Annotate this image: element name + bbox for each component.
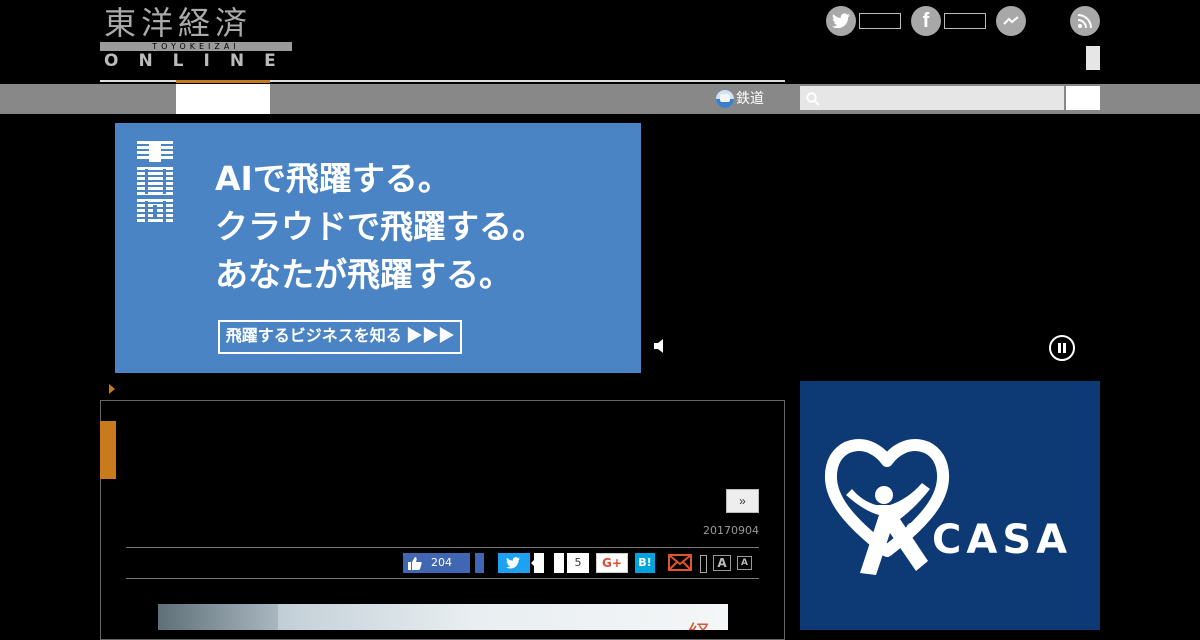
nav-active-accent [176, 80, 270, 83]
rss-icon [1077, 14, 1092, 29]
pause-icon[interactable] [1049, 335, 1075, 361]
ad-cta-button[interactable]: 飛躍するビジネスを知る ▶▶▶ [218, 320, 462, 354]
nav-item-railway[interactable]: 鉄道 [736, 89, 764, 109]
article-image-mark: 経 [688, 616, 710, 630]
gplus-button[interactable]: G+ [596, 553, 628, 573]
twitter-follow-button[interactable] [826, 6, 856, 36]
next-page-button[interactable]: » [726, 489, 759, 513]
mute-icon[interactable] [654, 338, 666, 358]
mail-icon[interactable] [668, 554, 692, 571]
search-button[interactable] [1066, 86, 1100, 110]
ad-headline-2: クラウドで飛躍する。 [215, 207, 545, 246]
search-icon [806, 91, 820, 110]
messenger-button[interactable] [996, 6, 1026, 36]
tweet-button[interactable] [498, 553, 530, 573]
messenger-icon [1003, 16, 1019, 25]
tweet-count-box [534, 553, 544, 573]
facebook-follow-button[interactable]: f [911, 6, 941, 36]
ad-headline-3: あなたが飛躍する。 [215, 255, 512, 294]
ibm-logo [137, 141, 173, 225]
train-icon [716, 90, 734, 108]
ad-banner[interactable]: AIで飛躍する。 クラウドで飛躍する。 あなたが飛躍する。 飛躍するビジネスを知… [115, 123, 641, 373]
search-input[interactable] [800, 86, 1064, 110]
share-rule-bottom [126, 578, 759, 579]
logo-online[interactable]: ONLINE [104, 51, 296, 71]
twitter-bird-icon [832, 13, 850, 29]
gplus-count-box [554, 553, 564, 573]
facebook-f-icon: f [922, 9, 930, 32]
article-image: 経 [158, 604, 728, 630]
font-size-large-button[interactable]: A [713, 555, 731, 571]
article-date: 20170904 [703, 524, 759, 537]
font-size-small-button[interactable]: A [737, 556, 752, 570]
casa-registered-mark: ® [905, 521, 917, 535]
casa-ad[interactable]: ® CASA [800, 381, 1100, 630]
share-rule-top [126, 547, 759, 548]
thumbs-up-icon [408, 556, 422, 574]
twitter-count-box [859, 13, 901, 29]
twitter-bird-icon [506, 557, 520, 569]
header-menu-button[interactable] [1086, 46, 1100, 70]
title-accent-bar [100, 421, 116, 479]
logo-title[interactable]: 東洋経済 [104, 4, 252, 42]
ad-headline-1: AIで飛躍する。 [215, 159, 451, 198]
casa-wordmark: CASA [932, 517, 1073, 563]
gplus-count: 5 [567, 553, 589, 573]
breadcrumb-arrow-icon [109, 384, 115, 394]
facebook-count-box [944, 13, 986, 29]
facebook-share-button[interactable] [475, 553, 484, 573]
print-button[interactable] [700, 555, 707, 573]
rss-button[interactable] [1070, 6, 1100, 36]
nav-tab-active[interactable] [176, 84, 270, 114]
hatena-bookmark-button[interactable]: B! [635, 553, 655, 573]
